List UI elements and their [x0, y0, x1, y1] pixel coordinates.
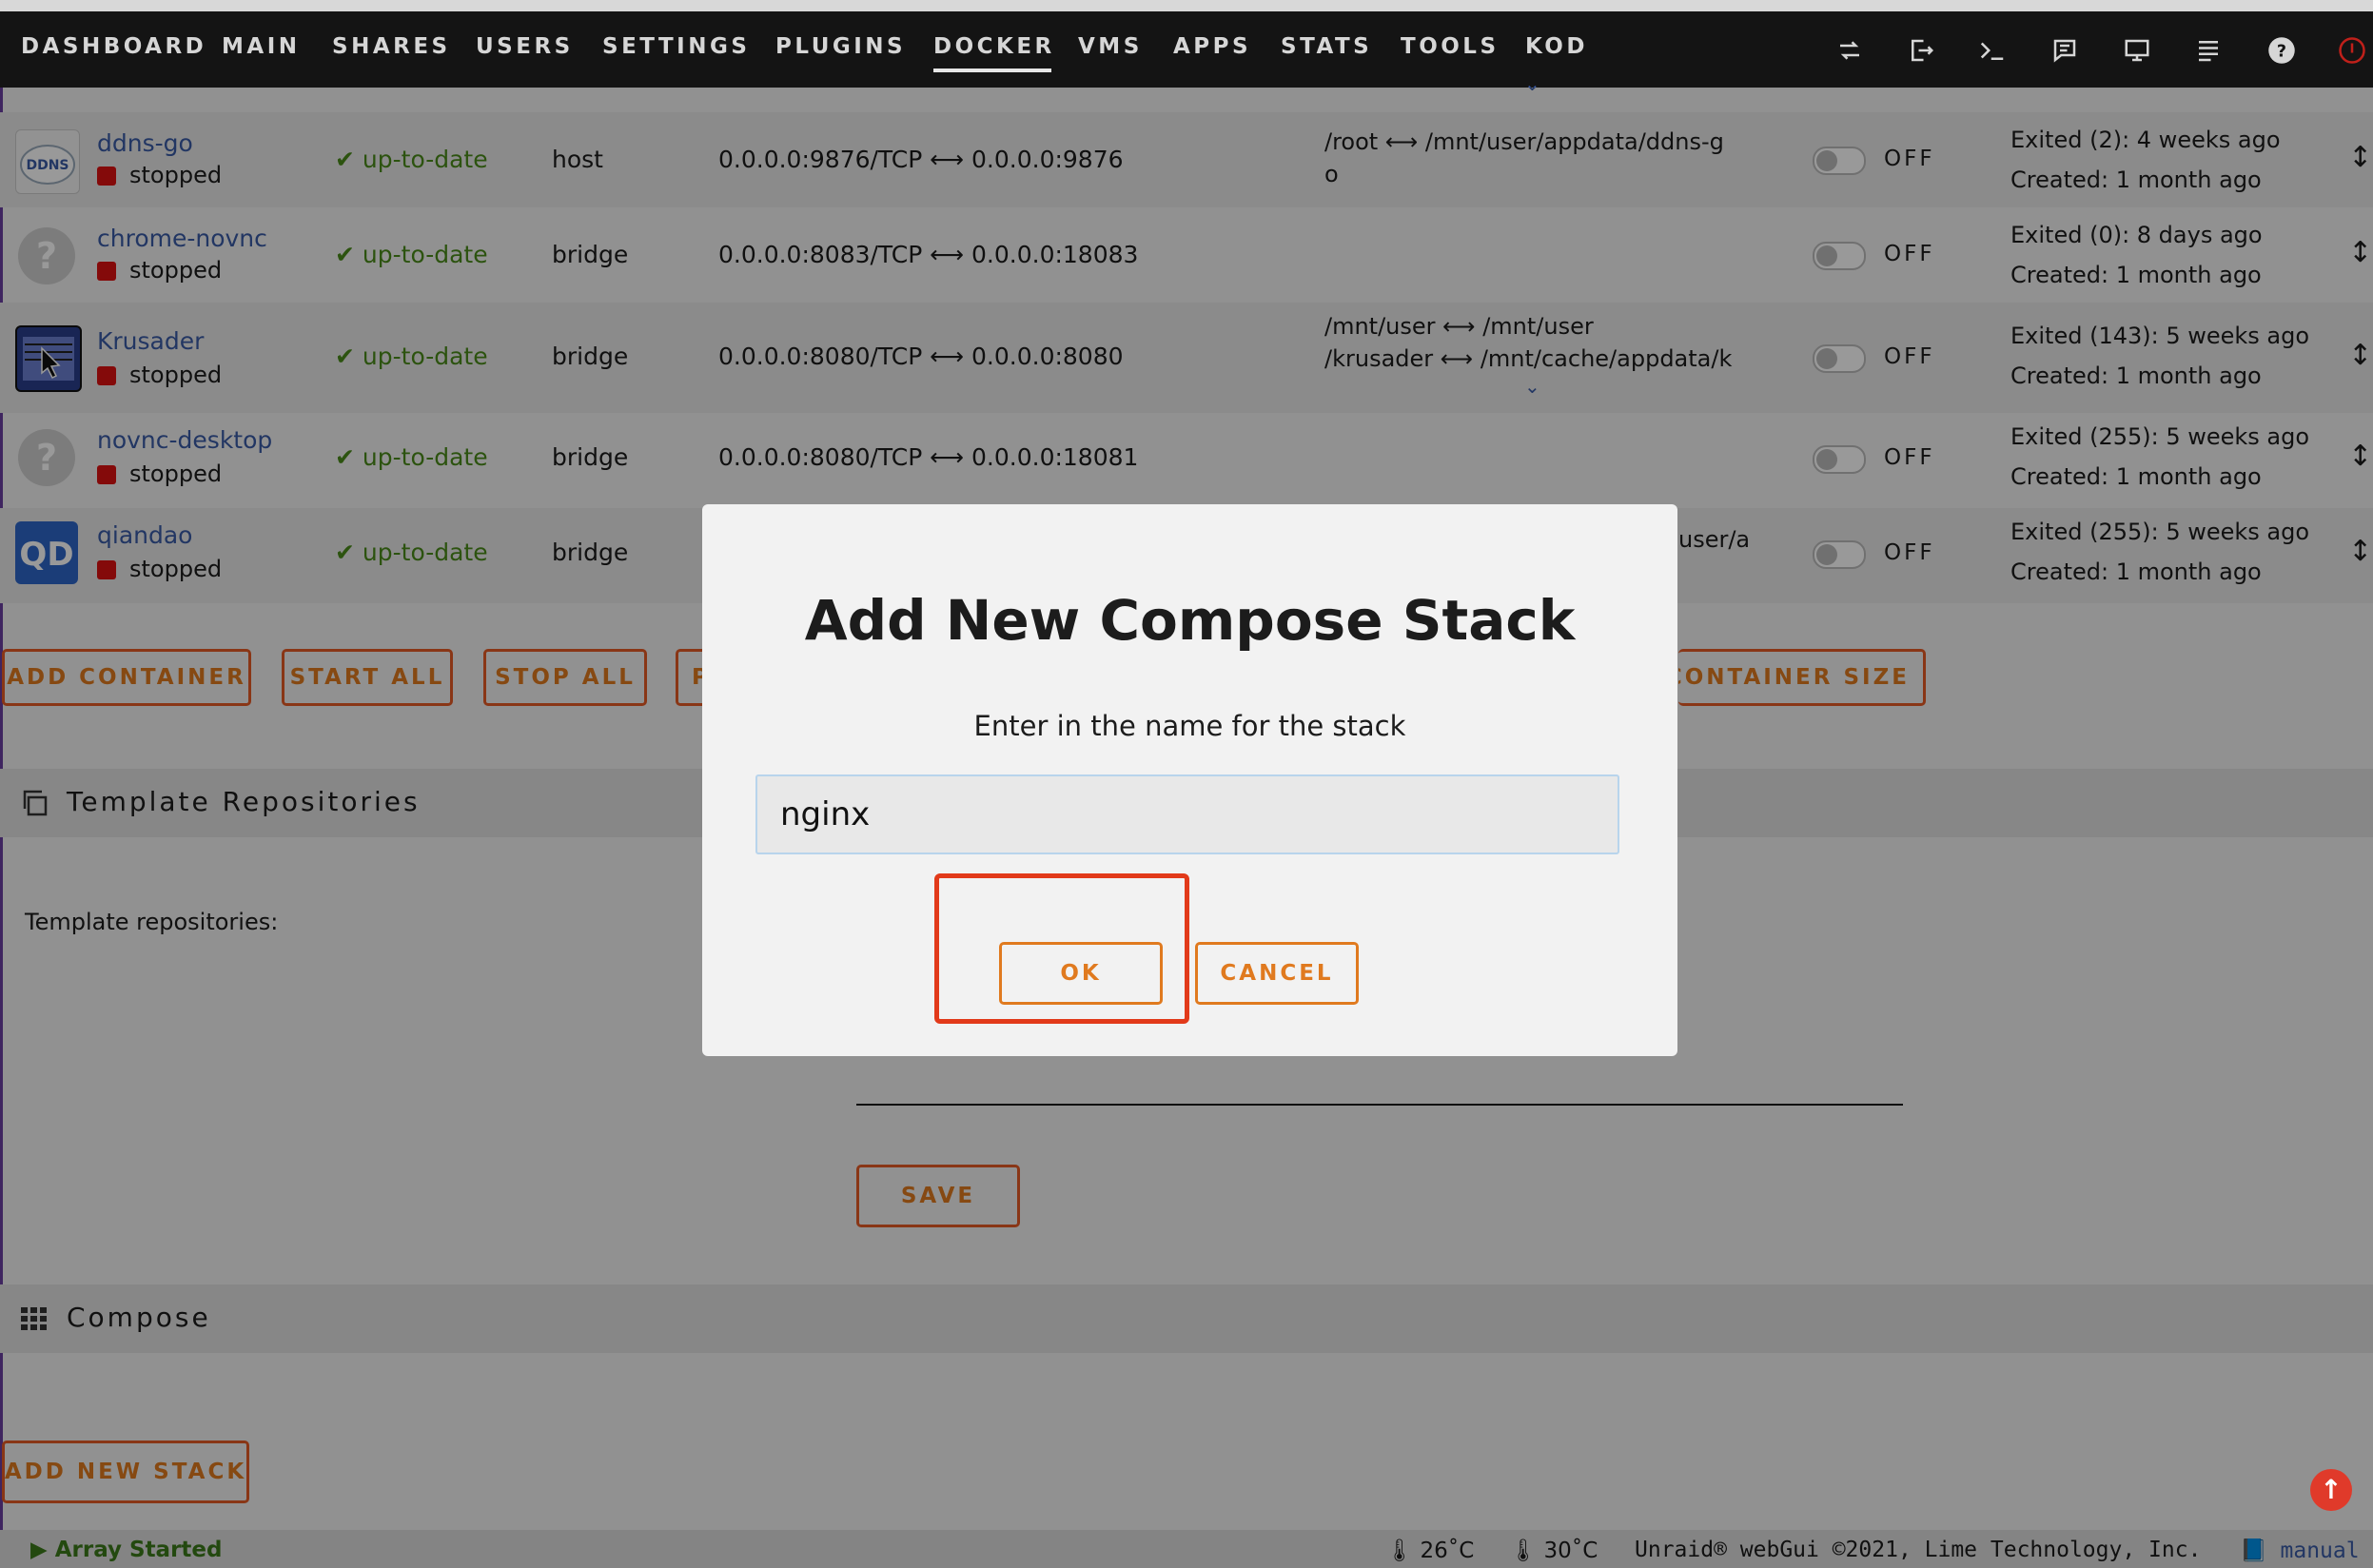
top-navigation: DASHBOARD MAIN SHARES USERS SETTINGS PLU…	[0, 11, 2373, 88]
stack-name-input[interactable]	[755, 774, 1619, 854]
nav-vms[interactable]: VMS	[1078, 34, 1143, 59]
nav-kod[interactable]: KOD	[1525, 34, 1588, 59]
nav-users[interactable]: USERS	[476, 34, 574, 59]
nav-plugins[interactable]: PLUGINS	[775, 34, 906, 59]
nav-shares[interactable]: SHARES	[332, 34, 451, 59]
nav-tools[interactable]: TOOLS	[1401, 34, 1500, 59]
add-compose-stack-dialog: Add New Compose Stack Enter in the name …	[702, 504, 1677, 1056]
nav-apps[interactable]: APPS	[1173, 34, 1251, 59]
svg-text:?: ?	[2277, 42, 2286, 61]
nav-dashboard[interactable]: DASHBOARD	[21, 34, 206, 59]
dialog-title: Add New Compose Stack	[804, 588, 1576, 653]
ok-button[interactable]: OK	[999, 942, 1163, 1005]
feedback-icon[interactable]	[2048, 36, 2082, 70]
terminal-icon[interactable]	[1975, 36, 2010, 70]
dialog-message: Enter in the name for the stack	[973, 710, 1406, 742]
scroll-to-top-icon[interactable]: ↑	[2310, 1469, 2352, 1511]
monitor-icon[interactable]	[2120, 36, 2154, 70]
nav-stats[interactable]: STATS	[1281, 34, 1372, 59]
cancel-button[interactable]: CANCEL	[1195, 942, 1359, 1005]
alert-icon[interactable]	[2335, 36, 2369, 70]
refresh-icon[interactable]	[1833, 36, 1867, 70]
logout-icon[interactable]	[1904, 36, 1938, 70]
browser-strip	[0, 0, 2373, 11]
help-icon[interactable]: ?	[2265, 36, 2299, 70]
nav-settings[interactable]: SETTINGS	[602, 34, 750, 59]
log-icon[interactable]	[2191, 36, 2226, 70]
nav-main[interactable]: MAIN	[222, 34, 301, 59]
nav-docker[interactable]: DOCKER	[933, 34, 1055, 72]
